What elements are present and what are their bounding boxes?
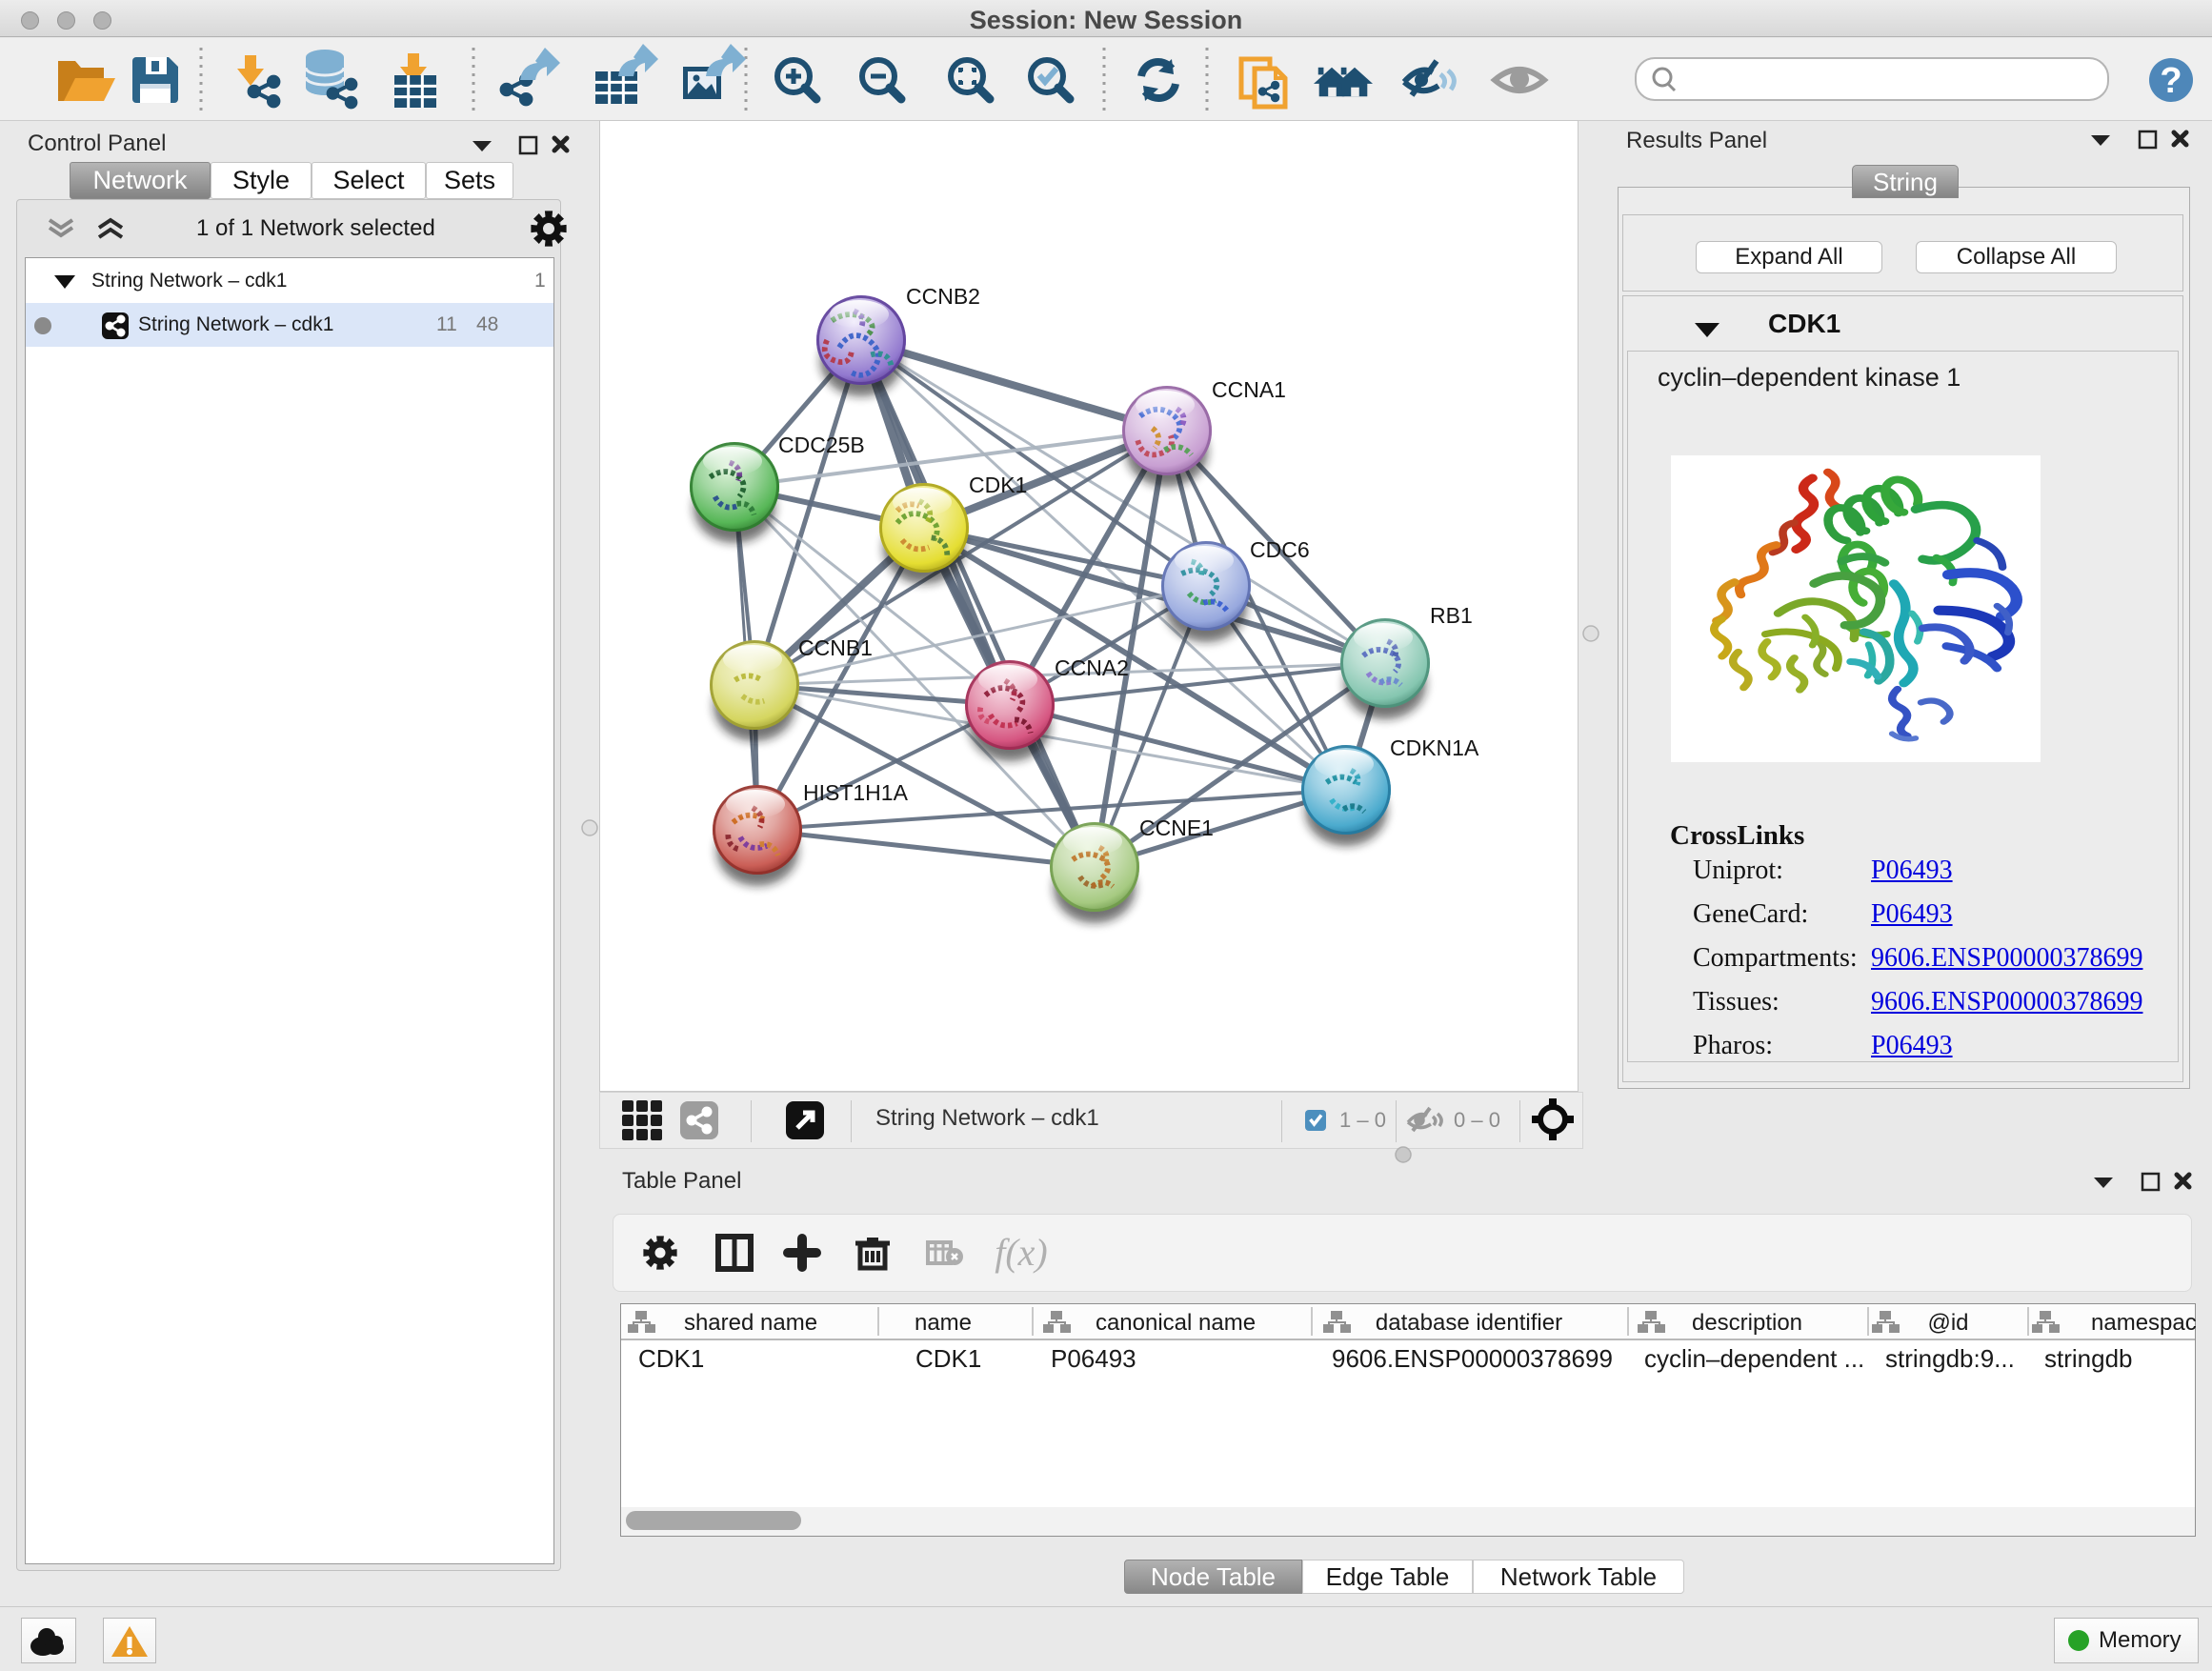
svg-text:?: ? bbox=[2160, 61, 2182, 101]
svg-text:CDC6: CDC6 bbox=[1250, 537, 1310, 562]
svg-text:CCNA2: CCNA2 bbox=[1055, 655, 1129, 680]
svg-text:CCNA1: CCNA1 bbox=[1212, 377, 1286, 402]
svg-text:9606.ENSP00000378699: 9606.ENSP00000378699 bbox=[1332, 1344, 1613, 1373]
svg-text:stringdb: stringdb bbox=[2044, 1344, 2133, 1373]
svg-text:namespace: namespace bbox=[2091, 1310, 2196, 1336]
svg-text:CDKN1A: CDKN1A bbox=[1390, 735, 1479, 760]
svg-text:shared name: shared name bbox=[684, 1310, 817, 1336]
svg-text:cyclin–dependent ...: cyclin–dependent ... bbox=[1644, 1344, 1864, 1373]
svg-text:P06493: P06493 bbox=[1051, 1344, 1136, 1373]
svg-text:canonical name: canonical name bbox=[1096, 1310, 1256, 1336]
svg-text:CDK1: CDK1 bbox=[969, 473, 1027, 497]
svg-text:name: name bbox=[915, 1310, 972, 1336]
svg-text:CDC25B: CDC25B bbox=[778, 433, 865, 457]
svg-text:RB1: RB1 bbox=[1430, 603, 1473, 628]
svg-text:description: description bbox=[1692, 1310, 1802, 1336]
svg-text:CCNB1: CCNB1 bbox=[798, 635, 873, 660]
svg-text:@id: @id bbox=[1927, 1310, 1968, 1336]
svg-text:CCNE1: CCNE1 bbox=[1139, 815, 1214, 840]
svg-text:CCNB2: CCNB2 bbox=[906, 284, 980, 309]
svg-text:database identifier: database identifier bbox=[1376, 1310, 1562, 1336]
svg-text:stringdb:9...: stringdb:9... bbox=[1885, 1344, 2015, 1373]
svg-text:CDK1: CDK1 bbox=[915, 1344, 981, 1373]
svg-text:CDK1: CDK1 bbox=[638, 1344, 704, 1373]
svg-text:f(x): f(x) bbox=[995, 1231, 1048, 1274]
svg-text:HIST1H1A: HIST1H1A bbox=[803, 780, 909, 805]
